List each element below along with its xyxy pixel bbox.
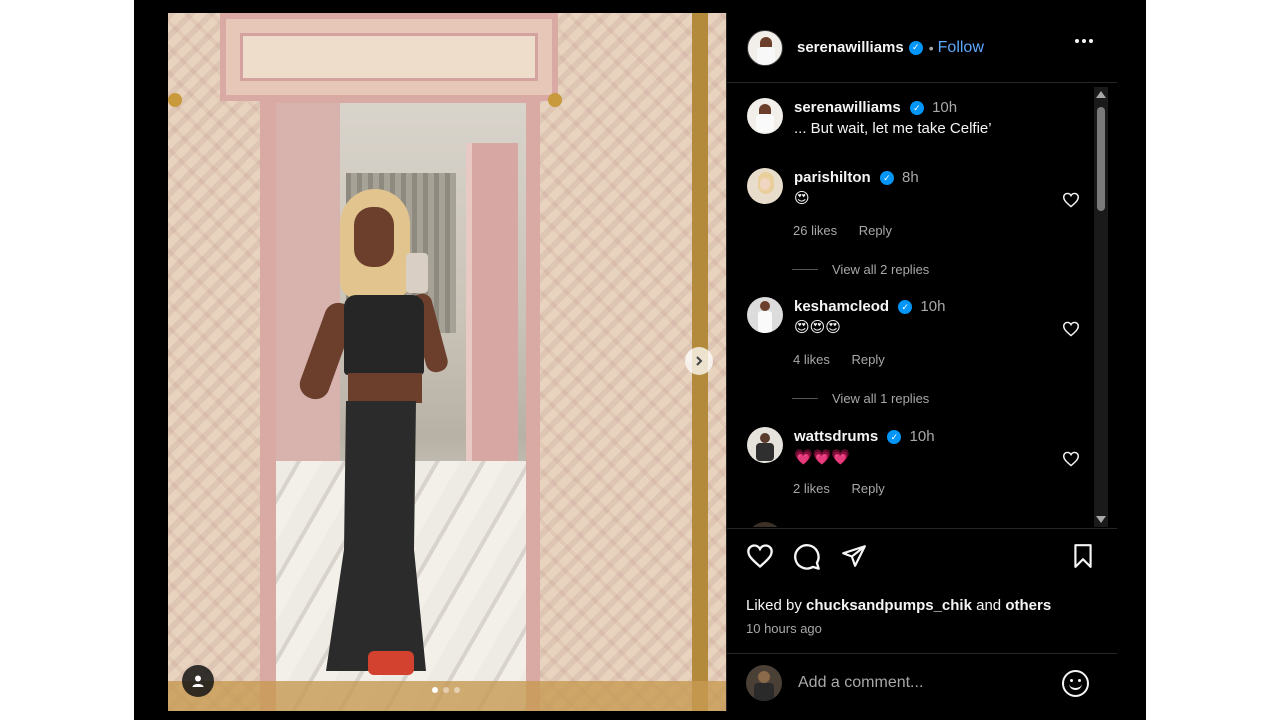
brass-knob xyxy=(168,93,182,107)
author-avatar[interactable] xyxy=(747,29,783,66)
verified-badge-icon: ✓ xyxy=(908,40,923,55)
caption-time: 10h xyxy=(932,99,958,116)
comment-meta: 26 likes Reply xyxy=(793,223,892,238)
scrollbar-thumb[interactable] xyxy=(1097,107,1105,211)
emoji-icon[interactable] xyxy=(1062,670,1089,697)
heart-icon[interactable] xyxy=(1062,451,1080,467)
comment-text: 😍 xyxy=(794,190,810,207)
comment-likes[interactable]: 4 likes xyxy=(793,352,830,367)
comment-time: 8h xyxy=(902,169,919,186)
commenter-username[interactable]: wattsdrums xyxy=(794,428,878,445)
post-header: serenawilliams ✓ • Follow xyxy=(727,13,1117,83)
commenter-avatar[interactable] xyxy=(747,297,783,333)
comment-meta: 4 likes Reply xyxy=(793,352,885,367)
heart-icon[interactable] xyxy=(1062,192,1080,208)
comments-scrollbar[interactable] xyxy=(1094,87,1108,527)
comment-item: parishilton ✓ 8h 😍 xyxy=(747,168,919,210)
view-replies-button[interactable]: View all 1 replies xyxy=(792,391,929,406)
verified-badge-icon: ✓ xyxy=(898,300,913,315)
person-figure xyxy=(268,183,450,703)
carousel-dots xyxy=(432,687,460,693)
scroll-up-arrow-icon[interactable] xyxy=(1096,91,1106,98)
commenter-username[interactable]: keshamcleod xyxy=(794,298,889,315)
verified-badge-icon: ✓ xyxy=(887,430,902,445)
carousel-dot xyxy=(443,687,449,693)
liked-by-others[interactable]: others xyxy=(1005,597,1051,614)
next-slide-button[interactable] xyxy=(685,347,713,375)
reply-button[interactable]: Reply xyxy=(851,352,884,367)
commenter-avatar[interactable] xyxy=(747,522,783,527)
comment-text: 😍😍😍 xyxy=(794,319,841,336)
post-time: 10 hours ago xyxy=(746,621,822,636)
reply-button[interactable]: Reply xyxy=(851,481,884,496)
commenter-username[interactable]: parishilton xyxy=(794,169,871,186)
comment-time: 10h xyxy=(909,428,935,445)
view-replies-label: View all 2 replies xyxy=(832,262,930,277)
liked-by-text: Liked by chucksandpumps_chik and others xyxy=(746,597,1052,614)
author-username[interactable]: serenawilliams xyxy=(797,39,904,56)
verified-badge-icon: ✓ xyxy=(909,101,924,116)
reply-button[interactable]: Reply xyxy=(859,223,892,238)
brass-knob xyxy=(548,93,562,107)
add-comment-input[interactable] xyxy=(798,673,1048,692)
heart-icon[interactable] xyxy=(746,543,774,569)
comment-likes[interactable]: 2 likes xyxy=(793,481,830,496)
caption-row: serenawilliams ✓ 10h ... But wait, let m… xyxy=(747,98,992,140)
carousel-dot xyxy=(454,687,460,693)
caption-username[interactable]: serenawilliams xyxy=(794,99,901,116)
comment-icon[interactable] xyxy=(793,543,821,571)
viewer-avatar xyxy=(746,664,782,701)
header-separator: • xyxy=(928,39,934,56)
user-tag-button[interactable] xyxy=(182,665,214,697)
post-actions: Liked by chucksandpumps_chik and others … xyxy=(727,528,1117,658)
comments-list[interactable]: serenawilliams ✓ 10h ... But wait, let m… xyxy=(727,84,1099,527)
verified-badge-icon: ✓ xyxy=(879,171,894,186)
comment-item: keshamcleod ✓ 10h 😍😍😍 xyxy=(747,297,945,339)
commenter-avatar[interactable] xyxy=(747,168,783,204)
comment-text: 💗💗💗 xyxy=(794,449,851,466)
caption-text: ... But wait, let me take Celfie’ xyxy=(794,120,992,137)
comment-time: 10h xyxy=(920,298,946,315)
scroll-down-arrow-icon[interactable] xyxy=(1096,516,1106,523)
author-avatar[interactable] xyxy=(747,98,783,134)
comment-likes[interactable]: 26 likes xyxy=(793,223,837,238)
post-photo xyxy=(168,13,726,711)
mirror-transom xyxy=(220,13,558,101)
add-comment-bar xyxy=(727,653,1117,711)
comment-item: wattsdrums ✓ 10h 💗💗💗 xyxy=(747,427,935,469)
bookmark-icon[interactable] xyxy=(1071,543,1095,569)
commenter-avatar[interactable] xyxy=(747,427,783,463)
share-icon[interactable] xyxy=(840,543,868,569)
follow-button[interactable]: Follow xyxy=(938,39,984,57)
user-tag-icon xyxy=(192,675,204,687)
more-options-icon[interactable] xyxy=(1075,39,1093,43)
view-replies-label: View all 1 replies xyxy=(832,391,930,406)
carousel-dot xyxy=(432,687,438,693)
comment-meta: 2 likes Reply xyxy=(793,481,885,496)
heart-icon[interactable] xyxy=(1062,321,1080,337)
chevron-right-icon xyxy=(696,356,703,366)
post-side-panel: serenawilliams ✓ • Follow serenawilliams… xyxy=(726,13,1117,711)
view-replies-button[interactable]: View all 2 replies xyxy=(792,262,929,277)
liked-by-user[interactable]: chucksandpumps_chik xyxy=(806,597,972,614)
